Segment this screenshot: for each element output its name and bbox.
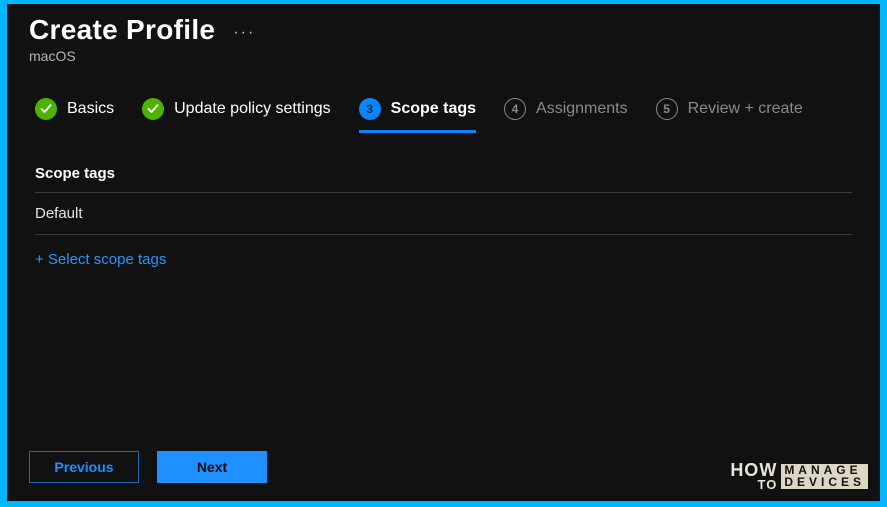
scope-tag-row: Default — [35, 193, 852, 234]
step-update-policy-settings[interactable]: Update policy settings — [142, 98, 331, 133]
more-actions-icon[interactable]: ··· — [233, 18, 255, 42]
previous-button[interactable]: Previous — [29, 451, 139, 483]
select-scope-tags-link[interactable]: + Select scope tags — [35, 251, 166, 268]
step-label: Basics — [67, 100, 114, 118]
step-label: Review + create — [688, 100, 803, 118]
next-button[interactable]: Next — [157, 451, 267, 483]
check-icon — [35, 98, 57, 120]
step-number-badge: 3 — [359, 98, 381, 120]
section-title: Scope tags — [35, 165, 852, 192]
step-label: Update policy settings — [174, 100, 331, 118]
page-header: Create Profile ··· macOS — [7, 4, 880, 70]
step-scope-tags[interactable]: 3 Scope tags — [359, 98, 476, 133]
divider — [35, 234, 852, 235]
page-title: Create Profile — [29, 14, 215, 46]
wizard-footer: Previous Next — [7, 451, 880, 501]
step-basics[interactable]: Basics — [35, 98, 114, 133]
page-subtitle: macOS — [29, 48, 858, 64]
step-label: Scope tags — [391, 100, 476, 118]
check-icon — [142, 98, 164, 120]
content-area: Scope tags Default + Select scope tags — [7, 143, 880, 451]
app-frame: Create Profile ··· macOS Basics Update p… — [7, 4, 880, 501]
step-assignments[interactable]: 4 Assignments — [504, 98, 628, 133]
wizard-steps: Basics Update policy settings 3 Scope ta… — [7, 70, 880, 143]
step-label: Assignments — [536, 100, 628, 118]
step-review-create[interactable]: 5 Review + create — [656, 98, 803, 133]
step-number-badge: 4 — [504, 98, 526, 120]
step-number-badge: 5 — [656, 98, 678, 120]
title-row: Create Profile ··· — [29, 14, 858, 46]
